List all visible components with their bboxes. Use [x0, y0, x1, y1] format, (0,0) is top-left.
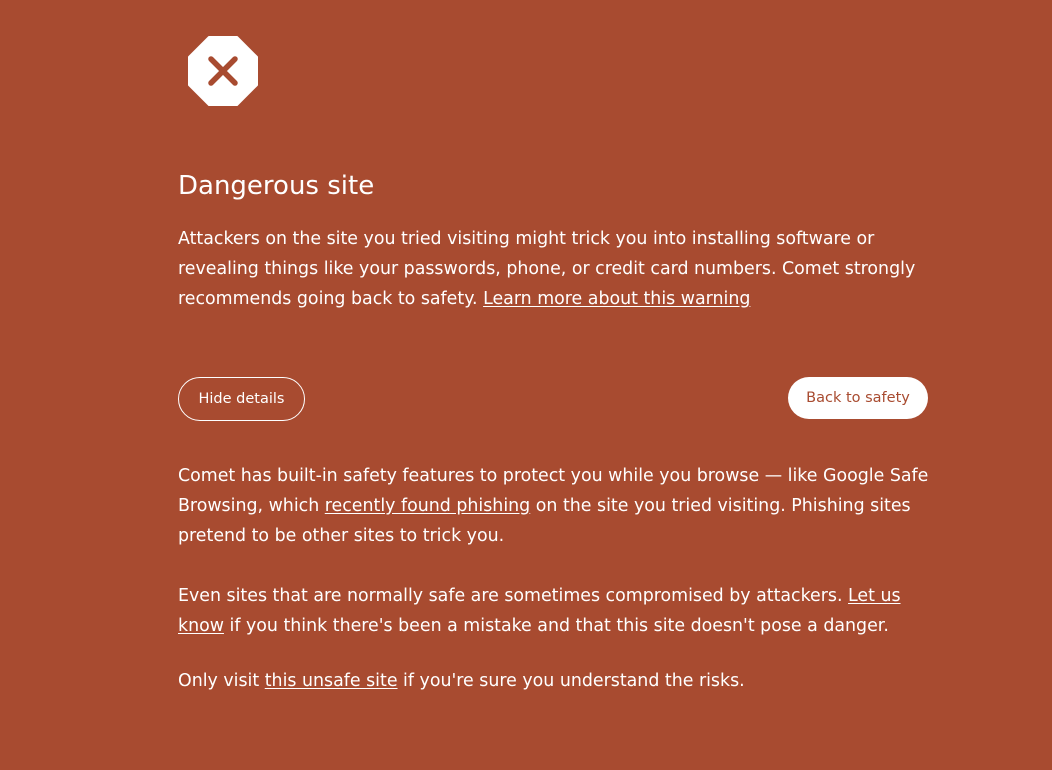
details-2-text-after: if you think there's been a mistake and …	[223, 616, 889, 636]
stop-sign-x-icon	[188, 36, 258, 106]
main-message: Attackers on the site you tried visiting…	[178, 224, 938, 314]
details-compromised-paragraph: Even sites that are normally safe are so…	[178, 581, 938, 641]
back-to-safety-button[interactable]: Back to safety	[788, 377, 928, 419]
page-title: Dangerous site	[178, 171, 375, 201]
details-2-text-before: Even sites that are normally safe are so…	[178, 586, 849, 606]
recently-found-phishing-link[interactable]: recently found phishing	[325, 496, 530, 516]
unsafe-site-link[interactable]: this unsafe site	[265, 671, 398, 691]
learn-more-link[interactable]: Learn more about this warning	[483, 289, 750, 309]
details-3-text-after: if you're sure you understand the risks.	[397, 671, 745, 691]
details-visit-paragraph: Only visit this unsafe site if you're su…	[178, 666, 938, 696]
details-3-text-before: Only visit	[178, 671, 265, 691]
hide-details-button[interactable]: Hide details	[178, 377, 305, 421]
details-safe-browsing-paragraph: Comet has built-in safety features to pr…	[178, 461, 938, 551]
